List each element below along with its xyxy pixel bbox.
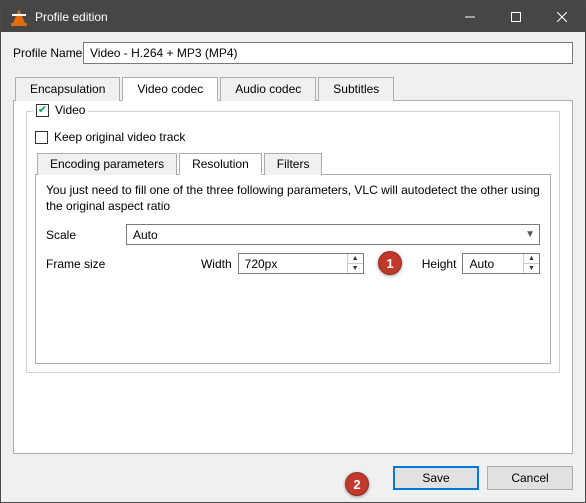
maximize-button[interactable]: [493, 1, 539, 32]
height-label: Height: [422, 257, 457, 271]
height-spinner[interactable]: Auto ▲ ▼: [462, 253, 540, 274]
tab-audio-codec[interactable]: Audio codec: [220, 77, 316, 101]
tab-video-codec[interactable]: Video codec: [122, 77, 218, 101]
profile-name-label: Profile Name: [13, 46, 83, 60]
resolution-panel: You just need to fill one of the three f…: [35, 174, 551, 364]
main-tabs: Encapsulation Video codec Audio codec Su…: [15, 77, 573, 101]
profile-name-input[interactable]: [83, 42, 573, 64]
resolution-help-text: You just need to fill one of the three f…: [46, 183, 540, 214]
window-title: Profile edition: [35, 10, 447, 24]
video-checkbox[interactable]: ✔: [36, 104, 49, 117]
subtab-encoding-parameters[interactable]: Encoding parameters: [37, 153, 177, 175]
dialog-footer: Save Cancel 2: [13, 454, 573, 490]
keep-original-label: Keep original video track: [54, 130, 185, 144]
video-fieldset: ✔ Video Keep original video track Encodi…: [26, 111, 560, 373]
titlebar: Profile edition: [1, 1, 585, 32]
keep-original-checkbox[interactable]: [35, 131, 48, 144]
video-codec-panel: ✔ Video Keep original video track Encodi…: [13, 100, 573, 454]
tab-subtitles[interactable]: Subtitles: [318, 77, 394, 101]
height-value: Auto: [463, 257, 523, 271]
callout-2: 2: [345, 472, 369, 496]
scale-select[interactable]: Auto ▼: [126, 224, 540, 245]
height-spin-down[interactable]: ▼: [524, 264, 539, 273]
scale-label: Scale: [46, 228, 126, 242]
video-subtabs: Encoding parameters Resolution Filters: [37, 153, 551, 175]
close-button[interactable]: [539, 1, 585, 32]
width-spinner[interactable]: 720px ▲ ▼: [238, 253, 364, 274]
cancel-button[interactable]: Cancel: [487, 466, 573, 490]
width-spin-up[interactable]: ▲: [348, 254, 363, 264]
width-value: 720px: [239, 257, 329, 271]
chevron-down-icon: ▼: [525, 229, 535, 240]
subtab-resolution[interactable]: Resolution: [179, 153, 262, 175]
frame-size-label: Frame size: [46, 257, 201, 271]
scale-value: Auto: [133, 228, 158, 242]
save-button[interactable]: Save: [393, 466, 479, 490]
minimize-button[interactable]: [447, 1, 493, 32]
width-spin-down[interactable]: ▼: [348, 264, 363, 273]
subtab-filters[interactable]: Filters: [264, 153, 323, 175]
video-checkbox-label: Video: [55, 103, 85, 117]
width-label: Width: [201, 257, 232, 271]
callout-1: 1: [378, 251, 402, 275]
profile-edition-window: Profile edition Profile Name Encapsulati…: [0, 0, 586, 503]
tab-encapsulation[interactable]: Encapsulation: [15, 77, 120, 101]
height-spin-up[interactable]: ▲: [524, 254, 539, 264]
vlc-cone-icon: [11, 9, 27, 25]
